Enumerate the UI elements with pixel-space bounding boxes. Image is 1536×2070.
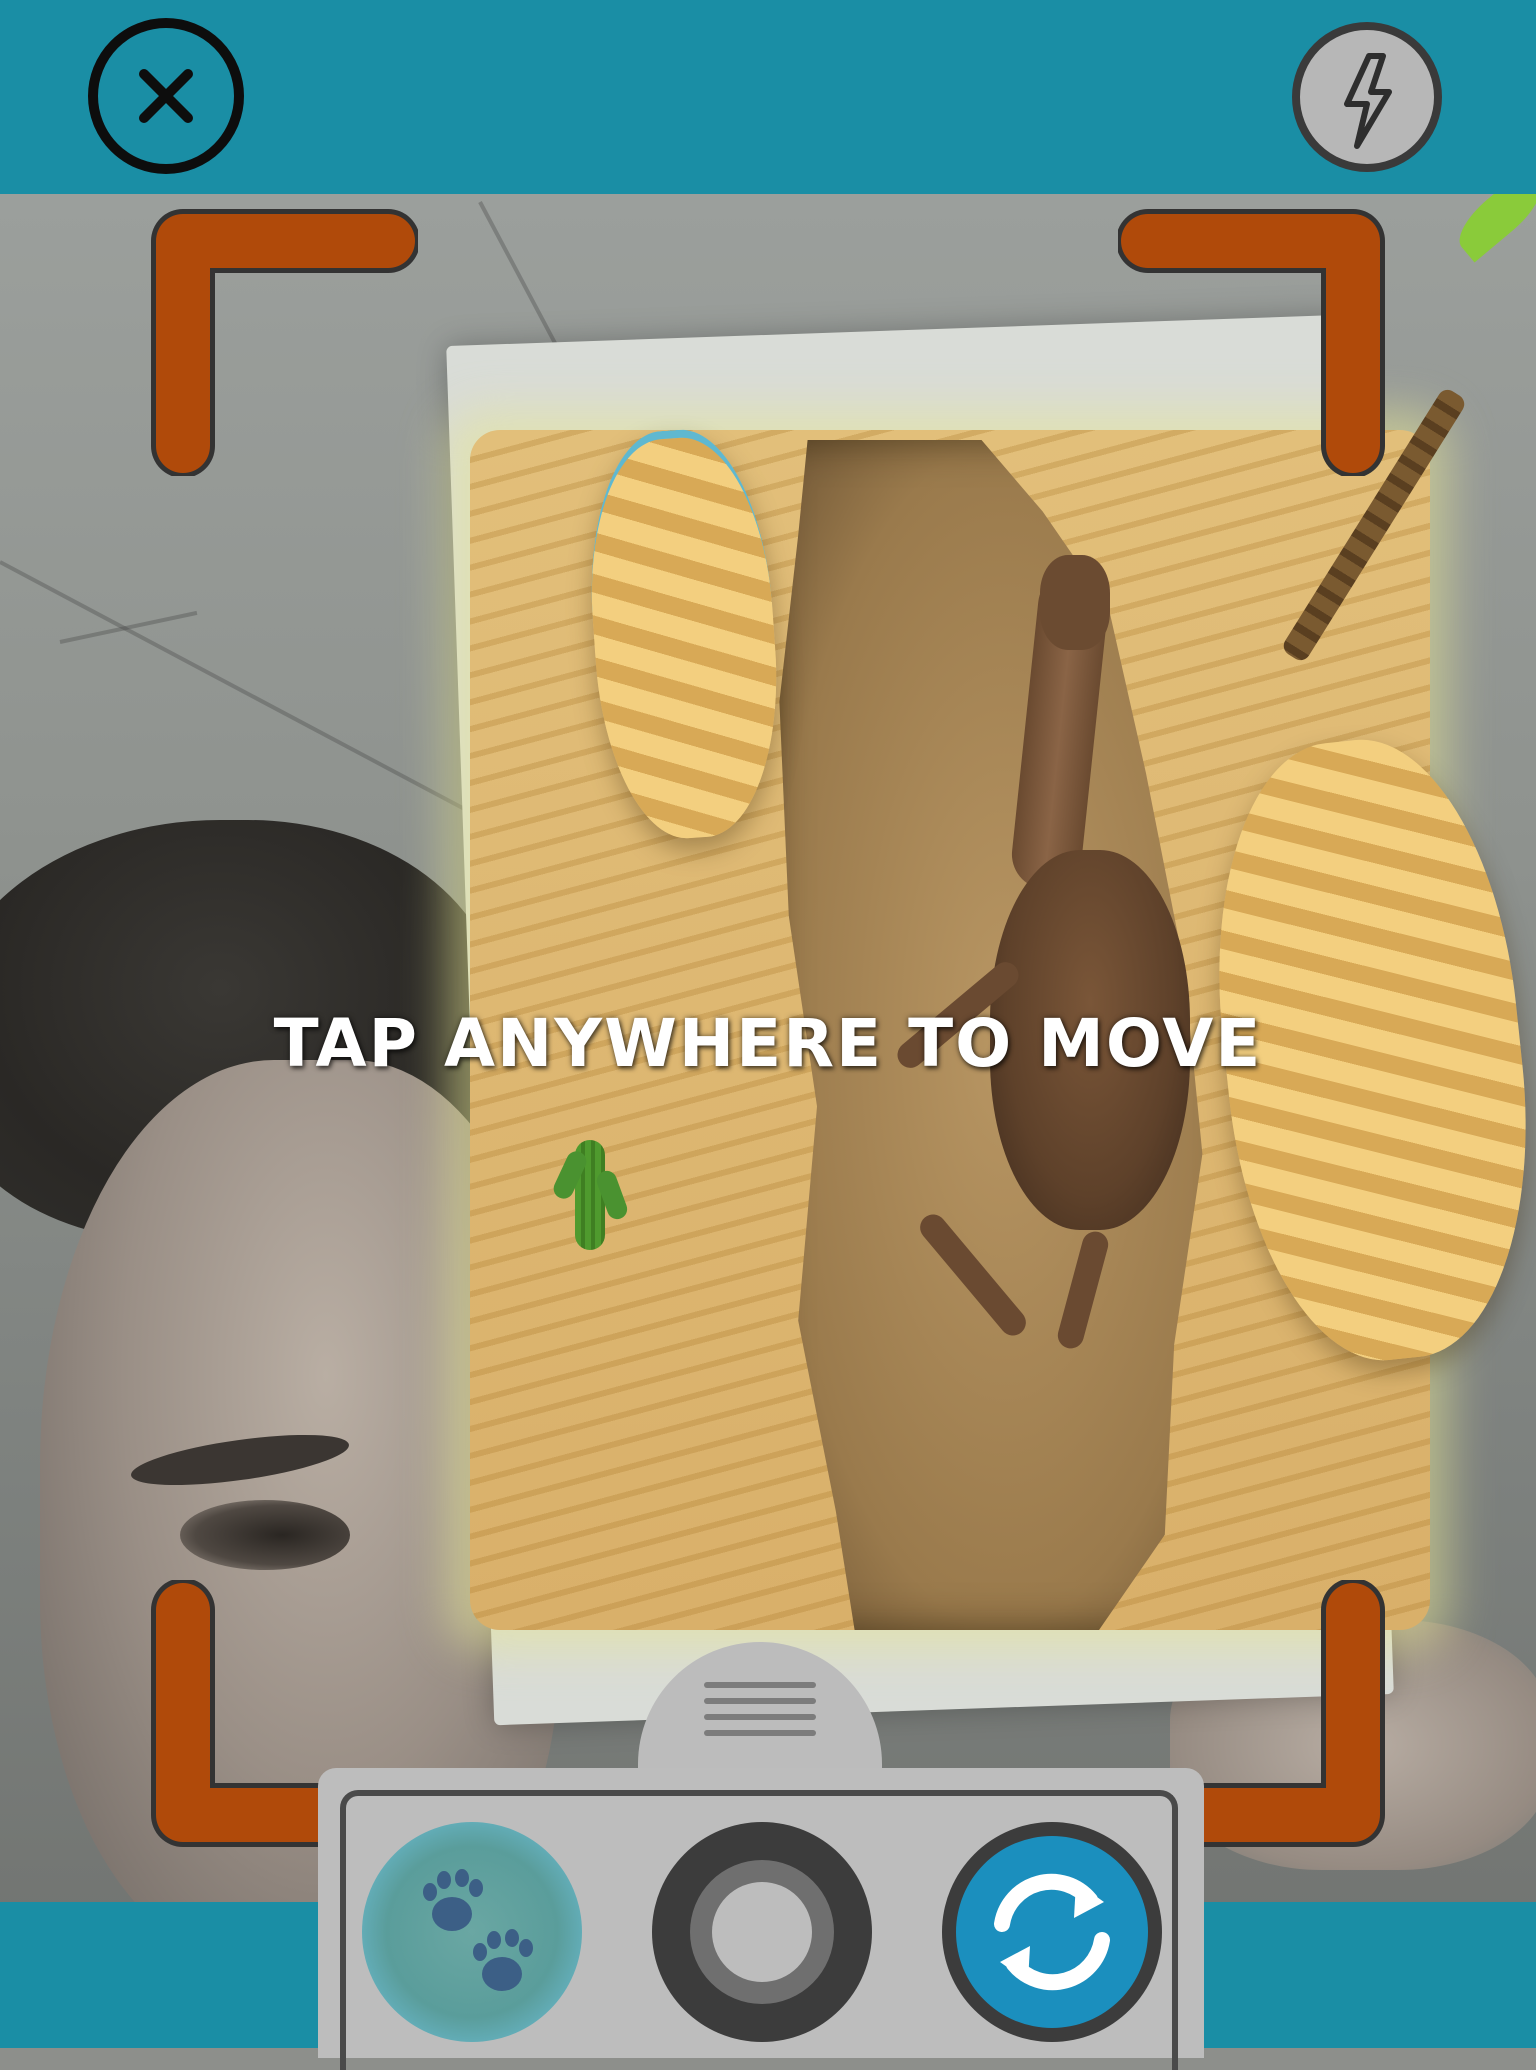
paw-prints-icon (423, 1869, 533, 1991)
grip-line (704, 1730, 816, 1736)
frame-corner-top-left (148, 206, 418, 476)
switch-camera-button[interactable] (942, 1822, 1162, 2042)
capture-photo-button[interactable] (652, 1822, 872, 2042)
wall-edge (59, 610, 198, 644)
grip-line (704, 1698, 816, 1704)
grip-line (704, 1714, 816, 1720)
camera-switch-icon (994, 1873, 1110, 1991)
flash-toggle-button[interactable] (1292, 22, 1442, 172)
flash-bolt-icon (1344, 53, 1392, 149)
person-eye (180, 1500, 350, 1570)
animal-mode-button[interactable] (362, 1822, 582, 2042)
grip-line (704, 1682, 816, 1688)
close-button[interactable] (88, 18, 244, 174)
close-x-icon (139, 69, 193, 123)
top-bar (0, 0, 1536, 194)
tap-to-move-instruction: TAP ANYWHERE TO MOVE (273, 1005, 1263, 1082)
frame-corner-top-right (1118, 206, 1388, 476)
camel-head (1040, 555, 1110, 650)
shutter-center (712, 1882, 812, 1982)
